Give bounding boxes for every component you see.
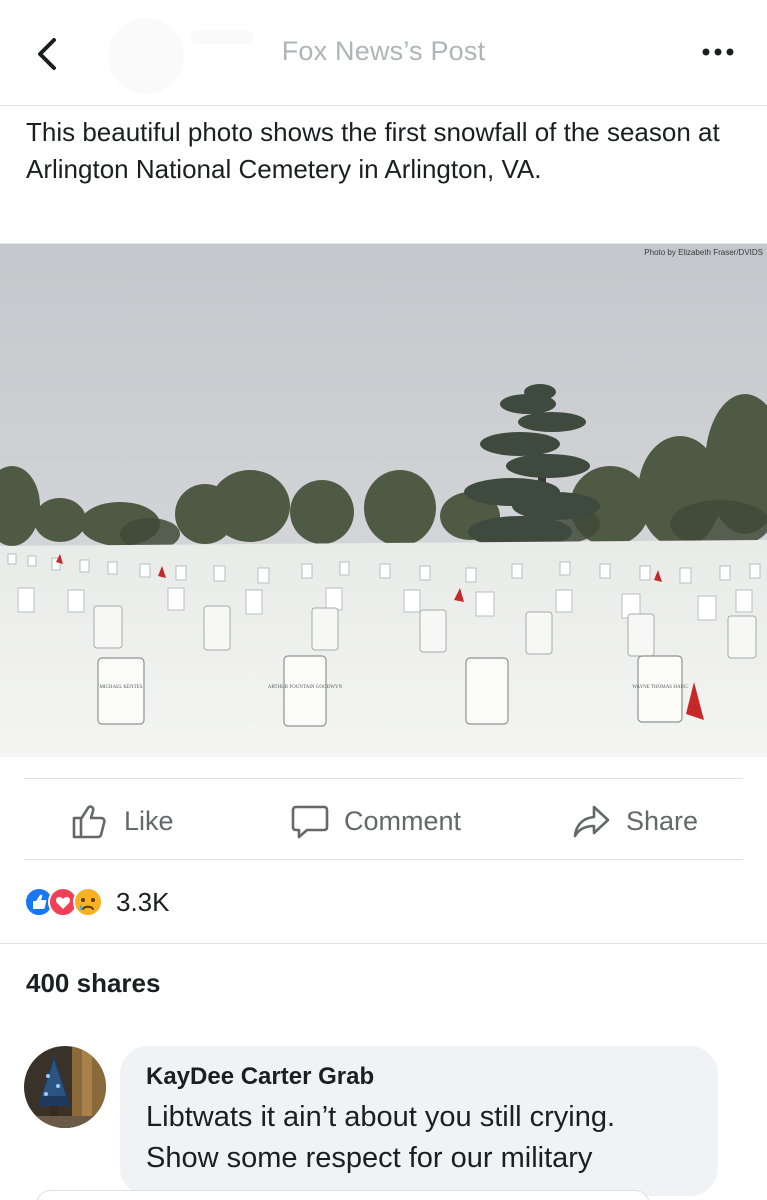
reaction-count: 3.3K	[116, 886, 170, 917]
share-arrow-icon	[573, 805, 610, 838]
comment-button[interactable]: Comment	[290, 801, 461, 841]
avatar-image	[24, 1046, 106, 1128]
post-actions-bar: Like Comment Share	[24, 778, 743, 860]
headstone-inscription: ARTHUR FOUNTAIN GOODWYN	[268, 685, 343, 690]
like-button[interactable]: Like	[70, 801, 174, 841]
share-button[interactable]: Share	[572, 801, 698, 841]
comment-label: Comment	[344, 805, 462, 836]
thumbs-up-icon	[72, 805, 106, 839]
photo-credit: Photo by Elizabeth Fraser/DVIDS	[644, 248, 763, 257]
commenter-avatar[interactable]	[24, 1046, 106, 1128]
like-label: Like	[124, 805, 174, 836]
comment-input[interactable]	[36, 1190, 650, 1200]
sad-reaction-icon	[73, 887, 103, 917]
more-horizontal-icon	[702, 48, 734, 56]
speech-bubble-icon	[291, 805, 329, 839]
reactions-summary[interactable]: 3.3K	[24, 882, 170, 922]
top-bar: Fox News’s Post	[0, 0, 767, 106]
divider	[0, 943, 767, 944]
comment-author[interactable]: KayDee Carter Grab	[146, 1063, 374, 1091]
page-title: Fox News’s Post	[281, 36, 486, 66]
post-photo[interactable]: MICHAEL KENTES ARTHUR FOUNTAIN GOODWYN W…	[0, 243, 767, 757]
cemetery-snow-image: MICHAEL KENTES ARTHUR FOUNTAIN GOODWYN W…	[0, 244, 767, 757]
shares-count[interactable]: 400 shares	[26, 968, 160, 999]
comment-text: Libtwats it ain’t about you still crying…	[146, 1097, 706, 1179]
headstone-inscription: MICHAEL KENTES	[99, 685, 142, 690]
comment-line: Show some respect for our military	[146, 1142, 593, 1174]
comment-line: Libtwats it ain’t about you still crying…	[146, 1101, 616, 1133]
more-options-button[interactable]	[699, 42, 739, 62]
post-caption: This beautiful photo shows the first sno…	[26, 117, 720, 184]
share-label: Share	[626, 805, 699, 836]
headstone-inscription: WAYNE THOMAS HAUG	[632, 685, 688, 690]
